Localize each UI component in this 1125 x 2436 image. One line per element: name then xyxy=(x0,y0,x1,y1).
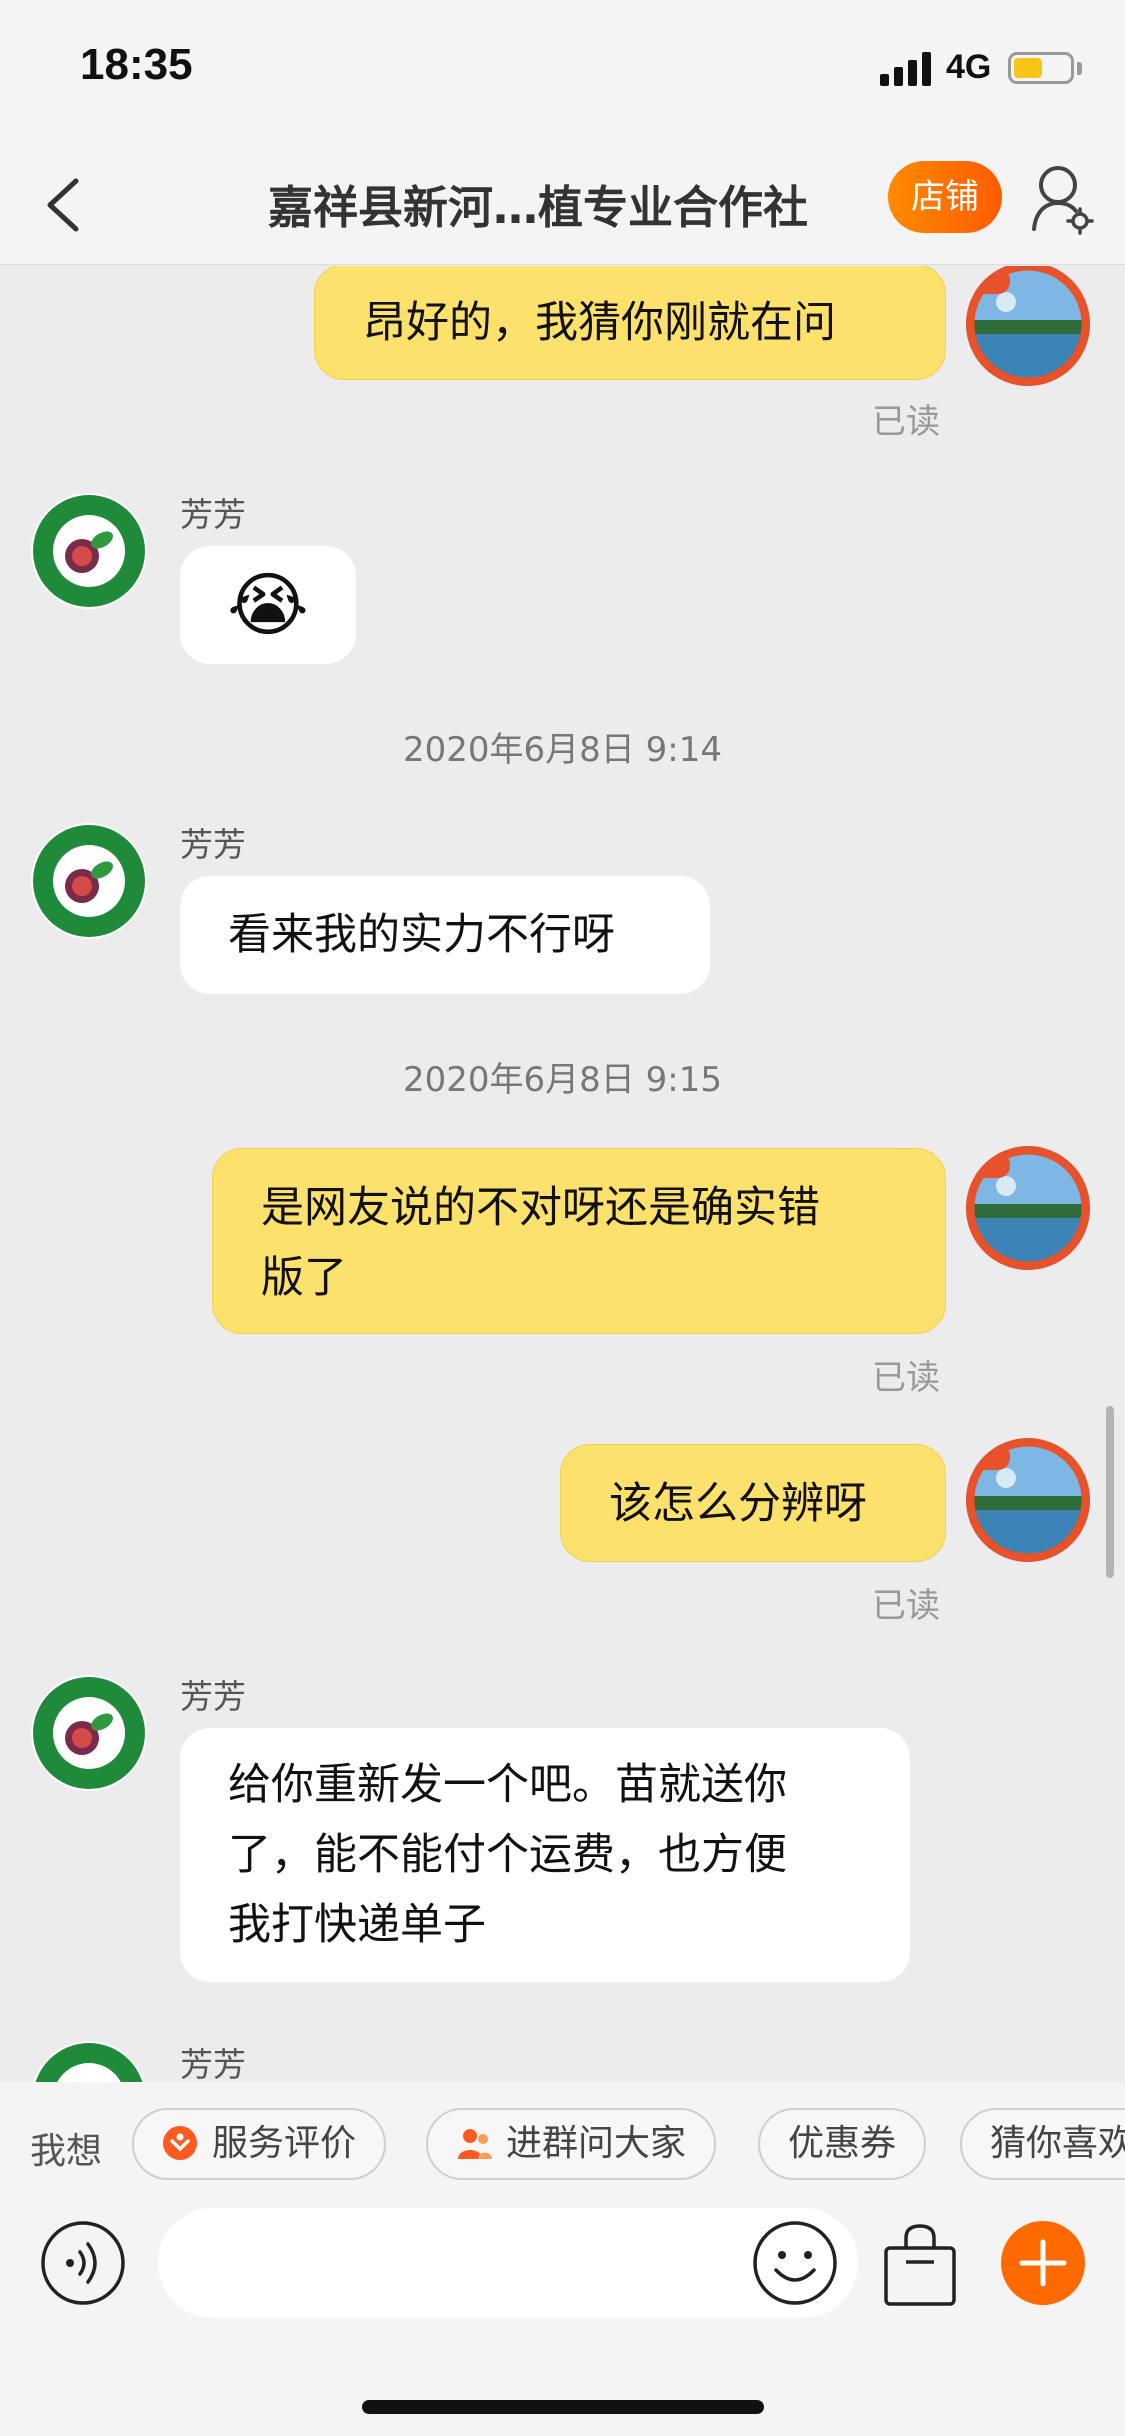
battery-tip xyxy=(1077,62,1082,75)
status-time: 18:35 xyxy=(80,40,193,89)
home-indicator[interactable] xyxy=(362,2400,764,2414)
chat-area[interactable]: 昂好的，我猜你刚就在问 已读 芳芳 😭 2020年6月8日 9:14 芳芳 看来… xyxy=(0,266,1125,2082)
network-label: 4G xyxy=(946,48,992,86)
quick-reply-chip[interactable]: 优惠券 xyxy=(758,2108,927,2180)
timestamp: 2020年6月8日 9:14 xyxy=(403,730,722,770)
my-avatar[interactable] xyxy=(966,1146,1090,1270)
message-line: 给你重新发一个吧。苗就送你 xyxy=(228,1760,787,1810)
read-status: 已读 xyxy=(872,402,940,442)
sender-name: 芳芳 xyxy=(180,2045,246,2082)
shop-avatar[interactable] xyxy=(30,492,148,610)
chat-title: 嘉祥县新河…植专业合作社 xyxy=(268,181,809,234)
message-line: 了，能不能付个运费，也方便 xyxy=(228,1830,787,1880)
message-text: 昂好的，我猜你刚就在问 xyxy=(363,298,836,348)
their-message-bubble[interactable]: 给你重新发一个吧。苗就送你 了，能不能付个运费，也方便 我打快递单子 xyxy=(180,1728,910,1982)
signal-icon xyxy=(880,52,931,86)
quick-reply-chip[interactable]: 猜你喜欢 xyxy=(960,2108,1125,2180)
sender-name: 芳芳 xyxy=(180,495,246,534)
nav-bar: 嘉祥县新河…植专业合作社 店铺 xyxy=(0,135,1125,265)
sender-name: 芳芳 xyxy=(180,825,246,864)
my-message-bubble[interactable]: 该怎么分辨呀 xyxy=(560,1444,946,1562)
quick-reply-bar: 我想 服务评价 进群问大家 优惠券 猜你喜欢 xyxy=(0,2082,1125,2208)
battery-icon xyxy=(1008,52,1074,84)
quick-reply-lead: 我想 xyxy=(30,2131,103,2172)
shop-avatar[interactable] xyxy=(30,822,148,940)
shop-button[interactable]: 店铺 xyxy=(888,161,1002,233)
timestamp: 2020年6月8日 9:15 xyxy=(403,1060,722,1100)
chip-label: 服务评价 xyxy=(212,2123,357,2164)
their-message-bubble[interactable]: 看来我的实力不行呀 xyxy=(180,876,710,994)
quick-reply-chip[interactable]: 服务评价 xyxy=(132,2108,387,2180)
user-settings-icon[interactable] xyxy=(1030,163,1094,235)
their-message-bubble[interactable]: 😭 xyxy=(180,546,356,664)
message-text: 看来我的实力不行呀 xyxy=(228,910,615,960)
chip-label: 优惠券 xyxy=(788,2123,897,2164)
my-avatar[interactable] xyxy=(966,1438,1090,1562)
chip-label: 进群问大家 xyxy=(506,2123,687,2164)
read-status: 已读 xyxy=(872,1358,940,1398)
back-arrow-icon[interactable] xyxy=(40,175,90,235)
emoji-icon[interactable] xyxy=(752,2220,838,2306)
message-line: 是网友说的不对呀还是确实错 xyxy=(261,1183,820,1233)
shop-avatar[interactable] xyxy=(30,2040,148,2082)
plus-icon[interactable] xyxy=(1000,2220,1086,2306)
scrollbar[interactable] xyxy=(1106,1406,1114,1578)
group-chat-icon xyxy=(458,2129,492,2159)
crying-emoji: 😭 xyxy=(227,564,309,646)
shopping-bag-icon[interactable] xyxy=(880,2218,960,2308)
chip-label: 猜你喜欢 xyxy=(990,2123,1125,2164)
message-line: 版了 xyxy=(261,1253,347,1303)
my-message-bubble[interactable]: 昂好的，我猜你刚就在问 xyxy=(314,266,946,380)
read-status: 已读 xyxy=(872,1586,940,1626)
quick-reply-chip[interactable]: 进群问大家 xyxy=(426,2108,717,2180)
my-message-bubble[interactable]: 是网友说的不对呀还是确实错 版了 xyxy=(212,1148,946,1334)
shop-avatar[interactable] xyxy=(30,1674,148,1792)
voice-input-icon[interactable] xyxy=(40,2220,126,2306)
service-rating-icon xyxy=(163,2126,197,2160)
my-avatar[interactable] xyxy=(966,266,1090,386)
message-line: 我打快递单子 xyxy=(228,1900,486,1950)
status-bar: 18:35 4G xyxy=(0,0,1125,135)
sender-name: 芳芳 xyxy=(180,1677,246,1716)
message-text: 该怎么分辨呀 xyxy=(609,1479,867,1529)
